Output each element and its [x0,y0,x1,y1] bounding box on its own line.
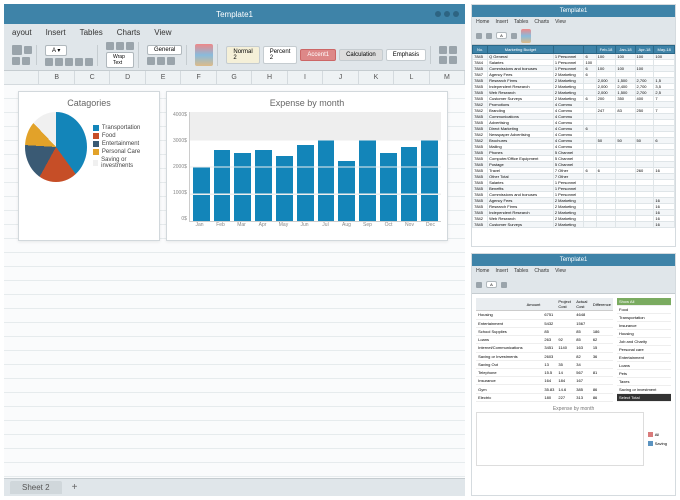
pie-legend: TransportationFoodEntertainmentPersonal … [93,123,153,171]
sheet-tab[interactable]: Sheet 2 [10,481,62,494]
pie-chart[interactable]: Catagories TransportationFoodEntertainme… [18,91,160,241]
category-filter[interactable]: Show AllFoodTransportationInsuranceHousi… [617,298,671,402]
menu-view[interactable]: View [154,28,171,37]
menu-layout[interactable]: ayout [12,28,32,37]
font-color-icon[interactable] [85,58,93,66]
cond-format-icon[interactable] [521,29,531,43]
wrap-text-btn[interactable]: Wrap Text [106,52,134,68]
spreadsheet-grid[interactable]: BCDEFGHIJKLM Catagories TransportationFo… [4,71,465,478]
number-format-select[interactable]: General [147,45,182,55]
comma-icon[interactable] [167,57,175,65]
mini-bar-chart [476,412,644,466]
fill-color-icon[interactable] [75,58,83,66]
pie-graphic [25,112,87,182]
align-icon[interactable] [501,282,507,288]
mini-legend: All Saving [648,412,671,466]
style-calc[interactable]: Calculation [339,49,383,61]
thumb1-grid[interactable]: No.Marketing BudgetFeb-18Jan-18Apr-18May… [472,45,675,246]
style-percent[interactable]: Percent 2 [263,46,298,64]
bar-yaxis: 4000$3000$2000$1000$0$ [173,112,189,222]
currency-icon[interactable] [147,57,155,65]
menu-insert[interactable]: Insert [46,28,66,37]
bar-chart[interactable]: Expense by month 4000$3000$2000$1000$0$ … [166,91,448,241]
insert-icon[interactable] [439,46,447,54]
bar-title: Expense by month [173,98,441,108]
thumb1-title: Template1 [560,8,588,14]
cut-icon[interactable] [24,46,32,54]
menu-tables[interactable]: Tables [80,28,103,37]
style-emph[interactable]: Emphasis [386,49,426,61]
thumb2-title: Template1 [560,257,588,263]
style-normal[interactable]: Normal 2 [226,46,259,64]
titlebar: Template1 [4,4,465,24]
bold-icon[interactable] [45,58,53,66]
bar-xaxis: JanFebMarAprMayJunJulAugSepOctNovDec [189,222,441,228]
percent-icon[interactable] [157,57,165,65]
paste-icon[interactable] [476,33,482,39]
conditional-format-icon[interactable] [195,44,213,66]
menu-bar: ayout Insert Tables Charts View [4,24,465,40]
format-icon[interactable] [439,56,447,64]
font-select[interactable]: A ▾ [45,45,67,56]
budget-table[interactable]: AmountProject CostActual CostDifferenceH… [476,298,613,402]
ribbon: A ▾ Wrap Text General [4,40,465,71]
paste-icon[interactable] [476,282,482,288]
paste-icon[interactable] [12,45,22,55]
align-left-icon[interactable] [106,42,114,50]
thumb-dashboard: Template1 HomeInsertTablesChartsView A A… [471,253,676,496]
delete-icon[interactable] [449,46,457,54]
align-right-icon[interactable] [126,42,134,50]
copy-icon[interactable] [12,57,20,65]
pie-title: Catagories [25,98,153,108]
style-accent[interactable]: Accent1 [300,49,336,61]
format-painter-icon[interactable] [22,57,30,65]
font-icon[interactable] [486,33,492,39]
sheet-tabs: Sheet 2 + [4,478,465,496]
main-window: Template1 ayout Insert Tables Charts Vie… [4,4,465,496]
underline-icon[interactable] [65,58,73,66]
add-sheet-button[interactable]: + [66,482,84,493]
window-title: Template1 [216,10,253,19]
column-headers: BCDEFGHIJKLM [4,71,465,85]
thumb-budget-grid: Template1 HomeInsertTablesChartsView A N… [471,4,676,247]
italic-icon[interactable] [55,58,63,66]
align-icon[interactable] [511,33,517,39]
align-center-icon[interactable] [116,42,124,50]
bar-bars [189,112,441,222]
thumbnails: Template1 HomeInsertTablesChartsView A N… [471,4,676,496]
window-controls[interactable] [435,11,459,17]
menu-charts[interactable]: Charts [117,28,141,37]
sort-icon[interactable] [449,56,457,64]
